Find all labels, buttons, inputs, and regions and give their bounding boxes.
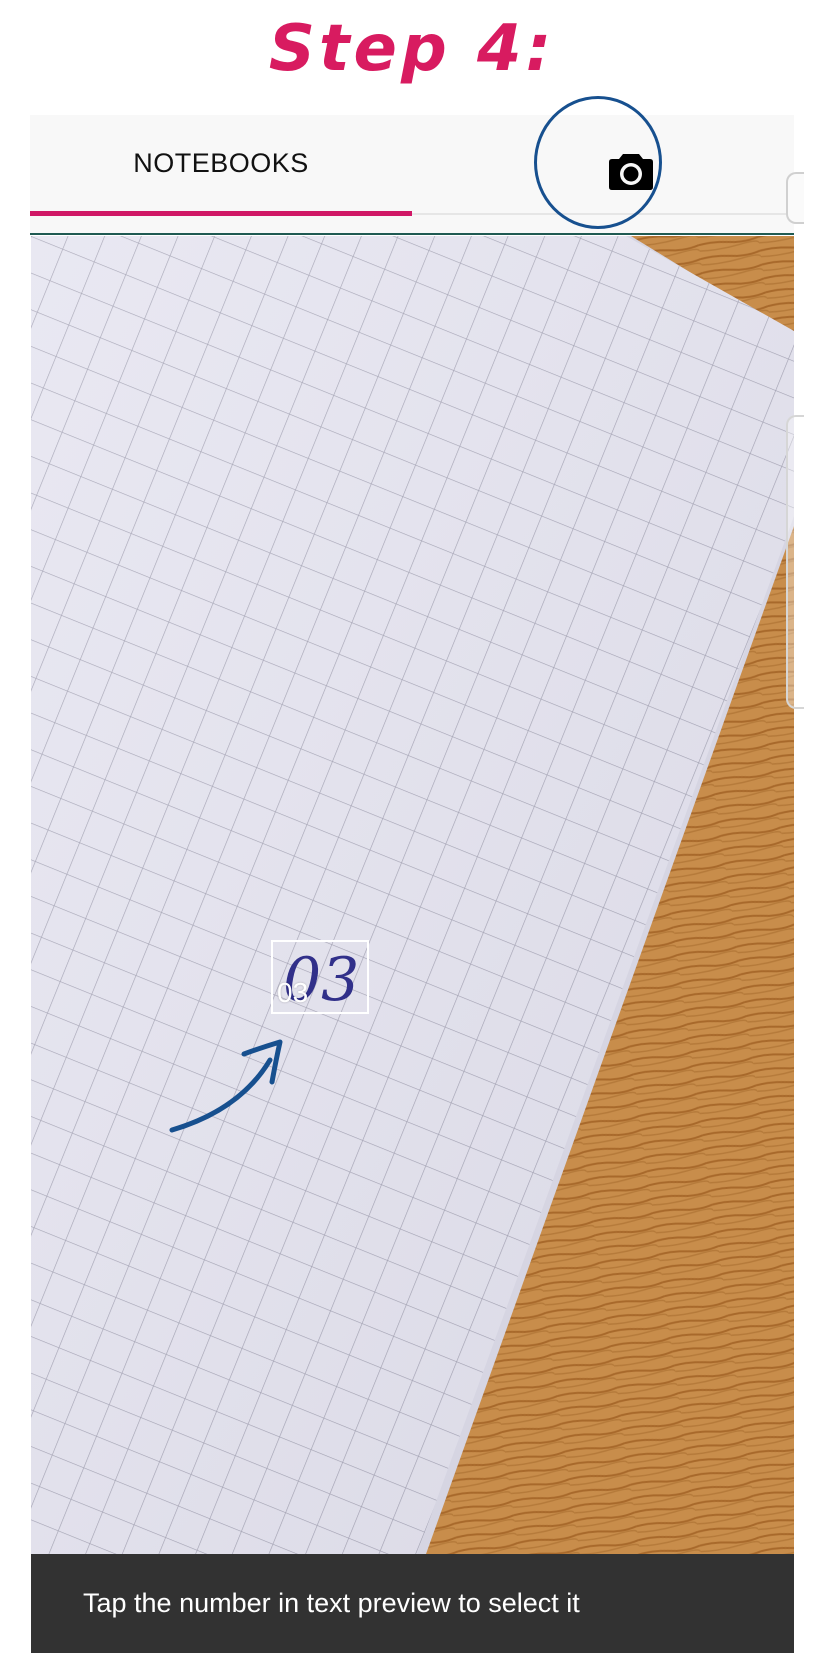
- detected-text-box[interactable]: 03: [271, 940, 369, 1014]
- tab-notebooks[interactable]: NOTEBOOKS: [30, 115, 412, 211]
- tab-bar: NOTEBOOKS: [30, 115, 794, 235]
- camera-preview[interactable]: 03: [31, 236, 794, 1554]
- camera-feed-image: [31, 236, 794, 1554]
- detected-text-label: 03: [277, 977, 309, 1008]
- tab-selected-indicator: [30, 211, 412, 216]
- side-handle-top: [786, 172, 804, 224]
- side-handle: [786, 415, 804, 709]
- tab-camera[interactable]: [596, 135, 666, 205]
- snackbar: Tap the number in text preview to select…: [31, 1554, 794, 1653]
- tab-divider: [412, 213, 794, 215]
- camera-icon: [609, 154, 653, 190]
- snackbar-message: Tap the number in text preview to select…: [83, 1588, 580, 1618]
- step-title: Step 4:: [268, 12, 556, 86]
